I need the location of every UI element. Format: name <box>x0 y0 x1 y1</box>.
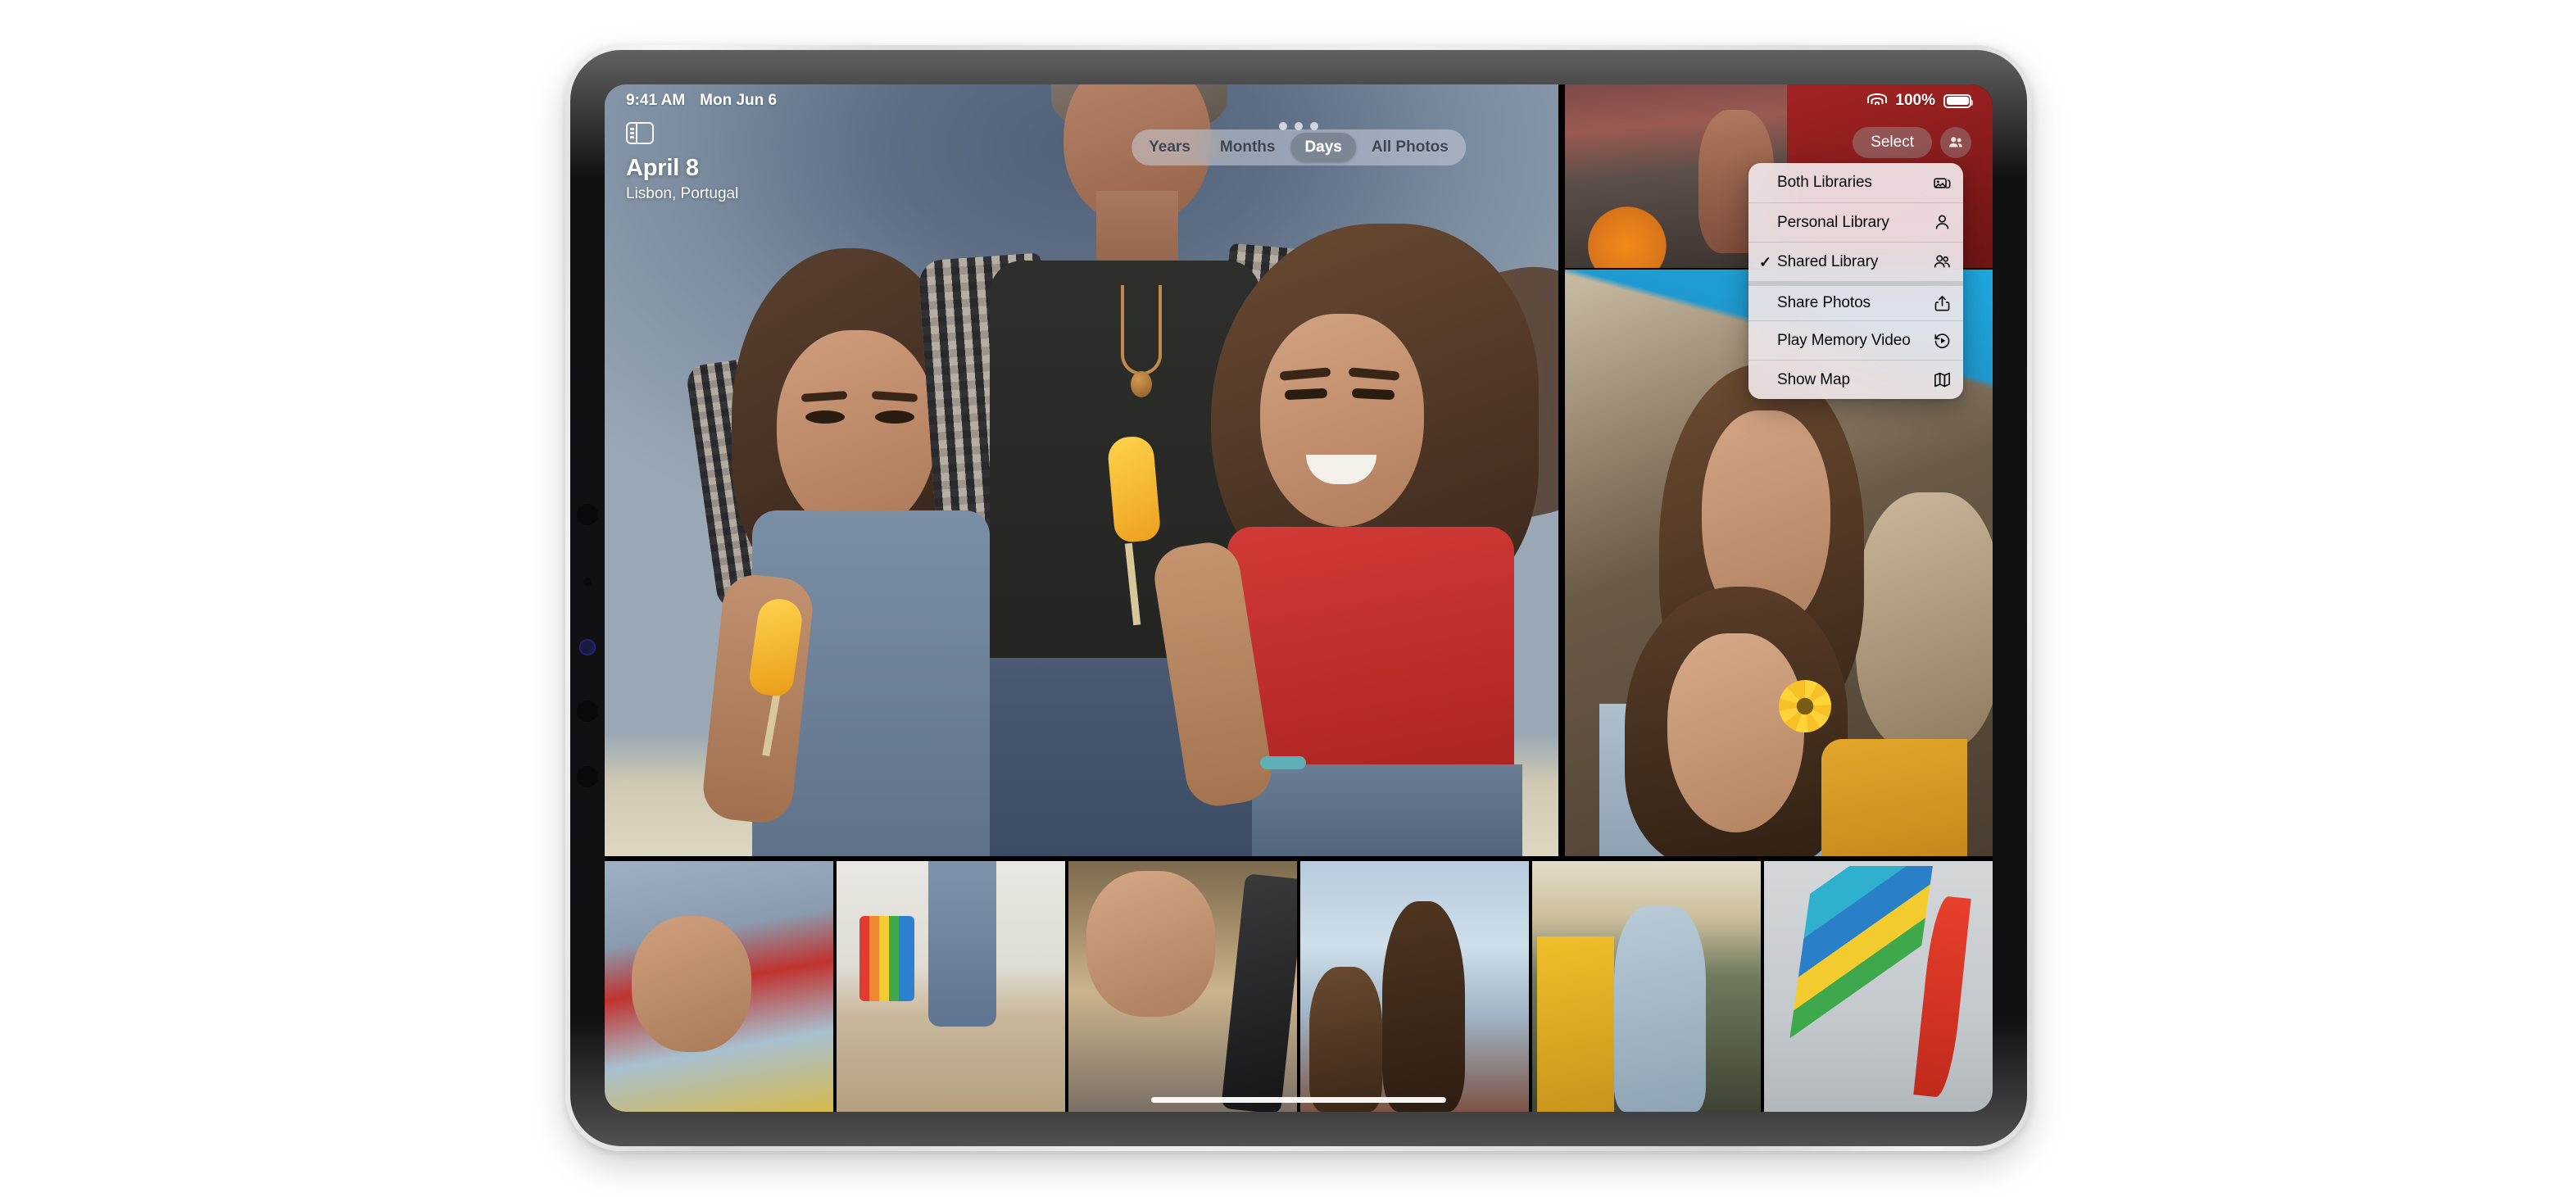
share-up-icon <box>1930 294 1952 313</box>
menu-label: Share Photos <box>1777 294 1871 311</box>
timeline-segmented-control[interactable]: Years Months Days All Photos <box>1132 129 1466 165</box>
segment-years[interactable]: Years <box>1135 133 1204 162</box>
hero-subject-detail <box>805 410 845 424</box>
day-title: April 8 <box>626 155 699 181</box>
hero-photo[interactable] <box>605 84 1558 856</box>
segment-days[interactable]: Days <box>1290 133 1356 162</box>
home-indicator[interactable] <box>1151 1097 1446 1103</box>
menu-label: Shared Library <box>1777 252 1879 270</box>
thumb-girl-close-up[interactable] <box>1068 861 1297 1112</box>
thumbnail-strip <box>605 861 1993 1112</box>
multitask-grabber-icon[interactable] <box>1279 122 1318 130</box>
map-icon <box>1930 370 1952 389</box>
hero-subject-detail <box>1121 285 1162 375</box>
grabber-dot <box>1279 122 1287 130</box>
day-location: Lisbon, Portugal <box>626 185 739 203</box>
menu-item-play-memory-video[interactable]: Play Memory Video <box>1748 320 1963 360</box>
menu-label: Personal Library <box>1777 213 1889 231</box>
menu-item-show-map[interactable]: Show Map <box>1748 360 1963 399</box>
page-title: April 8 Lisbon, Portugal <box>626 155 738 203</box>
library-context-menu[interactable]: Both Libraries Personal Library ✓ Shared… <box>1748 163 1963 399</box>
device-sensor <box>583 578 592 586</box>
thumb-girl-in-van[interactable] <box>1532 861 1761 1112</box>
thumb-kite-beach-feet[interactable] <box>837 861 1065 1112</box>
menu-label: Play Memory Video <box>1777 331 1911 349</box>
shared-library-button[interactable] <box>1940 127 1971 158</box>
play-rewind-icon <box>1930 331 1952 350</box>
menu-item-both-libraries[interactable]: Both Libraries <box>1748 163 1963 202</box>
thumb-girls-sky[interactable] <box>1300 861 1529 1112</box>
hero-subject-face <box>777 330 937 535</box>
menu-checkmark-icon: ✓ <box>1759 253 1772 270</box>
device-sensor <box>577 504 598 525</box>
menu-item-share-photos[interactable]: Share Photos <box>1748 281 1963 320</box>
hero-subject-detail <box>1131 371 1152 397</box>
photo-detail-jacket <box>1821 738 1967 856</box>
people-two-icon <box>1930 252 1952 271</box>
thumb-girl-lying-down[interactable] <box>605 861 833 1112</box>
segment-all-photos[interactable]: All Photos <box>1358 133 1463 162</box>
ipad-device-frame: 9:41 AM Mon Jun 6 100% April 8 Lisbon, P… <box>565 45 2032 1151</box>
top-right-toolbar: Select <box>1853 127 1971 158</box>
screenshot-canvas: 9:41 AM Mon Jun 6 100% April 8 Lisbon, P… <box>0 0 2576 1197</box>
select-button[interactable]: Select <box>1853 127 1932 158</box>
hero-subject-popsicle <box>1106 434 1162 544</box>
menu-item-shared-library[interactable]: ✓ Shared Library <box>1748 242 1963 281</box>
grabber-dot <box>1310 122 1318 130</box>
photos-app: 9:41 AM Mon Jun 6 100% April 8 Lisbon, P… <box>605 84 1993 1112</box>
people-two-icon <box>1948 137 1963 147</box>
menu-label: Both Libraries <box>1777 174 1872 191</box>
photo-detail-dog <box>1855 492 1993 751</box>
hero-subject-detail <box>875 410 914 424</box>
sidebar-toggle-pane <box>628 124 637 143</box>
menu-item-personal-library[interactable]: Personal Library <box>1748 202 1963 242</box>
person-icon <box>1930 213 1952 232</box>
hero-subject-jeans <box>1252 764 1522 856</box>
device-sensor <box>577 701 598 722</box>
thumb-kite[interactable] <box>1764 861 1993 1112</box>
photo-detail-flower <box>1779 680 1831 733</box>
sidebar-toggle-icon[interactable] <box>626 122 654 144</box>
grabber-dot <box>1295 122 1303 130</box>
menu-label: Show Map <box>1777 370 1850 388</box>
photo-detail-face <box>1667 633 1805 833</box>
hero-subject-detail <box>1260 756 1306 769</box>
hero-subject-face <box>1260 314 1424 527</box>
photo-stack-icon <box>1930 174 1952 193</box>
device-sensor <box>577 766 598 787</box>
device-sensor <box>579 639 596 655</box>
segment-months[interactable]: Months <box>1206 133 1290 162</box>
ipad-screen: 9:41 AM Mon Jun 6 100% April 8 Lisbon, P… <box>605 84 1993 1112</box>
